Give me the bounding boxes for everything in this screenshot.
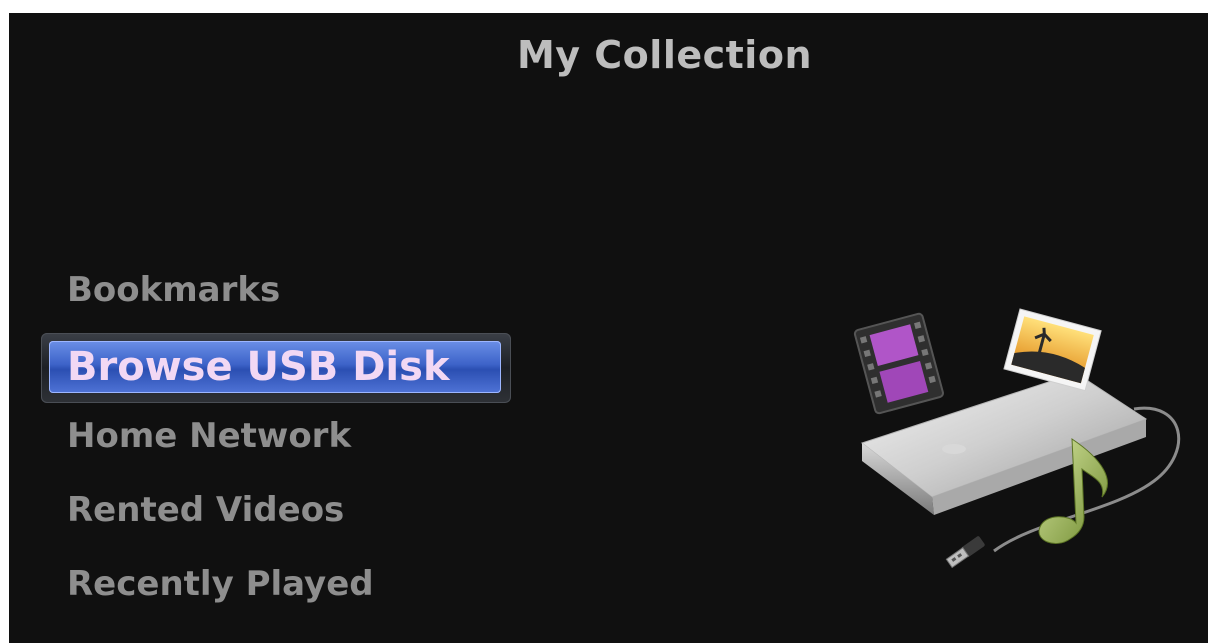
menu-item-rented-videos[interactable]: Rented Videos <box>41 473 521 547</box>
menu-item-label: Recently Played <box>67 564 374 604</box>
menu-item-label: Home Network <box>67 416 352 456</box>
menu-item-label: Browse USB Disk <box>67 344 450 390</box>
usb-plug-icon <box>945 536 985 569</box>
menu-item-browse-usb-disk[interactable]: Browse USB Disk <box>41 327 521 403</box>
usb-disk-icon <box>834 291 1184 611</box>
page-title: My Collection <box>516 33 812 77</box>
film-strip-icon <box>853 312 944 415</box>
tv-screen: My Collection Bookmarks Browse USB Disk … <box>9 13 1208 643</box>
photo-icon <box>1003 308 1102 392</box>
collection-menu: Bookmarks Browse USB Disk Home Network R… <box>41 253 521 621</box>
menu-item-home-network[interactable]: Home Network <box>41 399 521 473</box>
menu-item-recently-played[interactable]: Recently Played <box>41 547 521 621</box>
menu-item-label: Rented Videos <box>67 490 345 530</box>
menu-item-label: Bookmarks <box>67 270 281 310</box>
menu-item-bookmarks[interactable]: Bookmarks <box>41 253 521 327</box>
